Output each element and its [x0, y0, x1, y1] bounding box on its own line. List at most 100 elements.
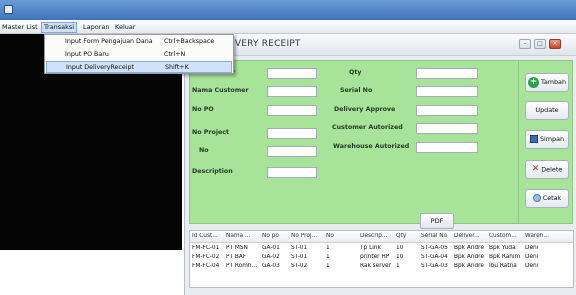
maximize-icon[interactable]: □: [534, 39, 546, 49]
column-header[interactable]: Nama ...: [226, 233, 250, 239]
column-header[interactable]: No Proj...: [291, 233, 317, 239]
tambah-button[interactable]: + Tambah: [525, 73, 569, 92]
cell-description: Rak server: [360, 263, 392, 269]
form-panel: Id Customer Nama Customer No PO No Proje…: [189, 60, 519, 229]
id-customer-field[interactable]: [267, 68, 317, 79]
column-header[interactable]: Wareh...: [525, 233, 549, 239]
label-warehouse-autorized: Warehouse Autorized: [333, 143, 410, 150]
menu-item-label: Input PO Baru: [65, 51, 109, 58]
cell-customer: Ibu Ratna: [489, 263, 517, 269]
no-field[interactable]: [267, 146, 317, 157]
menu-transaksi[interactable]: Transaksi: [41, 22, 78, 33]
menu-item-shortcut: Shift+K: [165, 64, 189, 71]
delivery-receipt-window: ORM DELIVERY RECEIPT – □ × Id Customer N…: [184, 34, 576, 295]
cetak-label: Cetak: [542, 194, 562, 202]
table-row[interactable]: FM-FC-01 PT MSN GA-01 ST-01 1 Tp Link 10…: [190, 245, 573, 254]
update-button[interactable]: Update: [525, 101, 569, 120]
app-titlebar: [0, 0, 576, 20]
label-no-project: No Project: [192, 129, 230, 136]
cell-no: 1: [326, 263, 330, 269]
menu-master-list[interactable]: Master List: [0, 22, 40, 33]
cell-no-project: ST-01: [291, 254, 308, 260]
customer-autorized-field[interactable]: [416, 123, 478, 134]
column-header[interactable]: No: [326, 233, 334, 239]
delete-button[interactable]: ✕ Delete: [525, 160, 569, 179]
label-customer-autorized: Customer Autorized: [332, 124, 403, 131]
cell-description: Tp Link: [360, 245, 381, 251]
no-po-field[interactable]: [267, 105, 317, 116]
cell-nama-customer: PT Romh...: [226, 263, 258, 269]
transaksi-dropdown-menu: Input Form Pengajuan Dana Ctrl+Backspace…: [44, 34, 234, 74]
cell-nama-customer: PT MSN: [226, 245, 248, 251]
cell-no-project: ST-02: [291, 263, 308, 269]
close-icon[interactable]: ×: [549, 39, 561, 49]
cell-description: printer HP: [360, 254, 390, 260]
warehouse-autorized-field[interactable]: [416, 142, 478, 153]
cell-nama-customer: PT BAF: [226, 254, 247, 260]
menu-item-input-po-baru[interactable]: Input PO Baru Ctrl+N: [46, 49, 232, 61]
label-serial-no: Serial No: [340, 87, 373, 94]
label-no-po: No PO: [192, 106, 214, 113]
window-titlebar[interactable]: ORM DELIVERY RECEIPT – □ ×: [185, 34, 576, 56]
cell-delivery: Bpk Andre: [454, 245, 484, 251]
plus-icon: +: [527, 76, 539, 88]
menu-bar: Master List Transaksi Laporan Keluar: [0, 20, 576, 34]
label-no: No: [199, 147, 209, 154]
delete-x-icon: ✕: [531, 164, 540, 174]
column-header[interactable]: Id Cust...: [192, 233, 218, 239]
no-project-field[interactable]: [267, 128, 317, 139]
minimize-icon[interactable]: –: [519, 39, 531, 49]
print-icon: [532, 194, 541, 202]
cell-no-project: ST-01: [291, 245, 308, 251]
cell-warehouse: Deni: [525, 245, 539, 251]
update-label: Update: [535, 106, 559, 114]
cell-no-po: GA-03: [262, 263, 280, 269]
column-header[interactable]: Descrip...: [360, 233, 387, 239]
save-icon: [529, 135, 538, 143]
label-description: Description: [192, 168, 233, 175]
column-header[interactable]: Qty: [396, 233, 406, 239]
menu-keluar[interactable]: Keluar: [113, 22, 138, 33]
column-header[interactable]: Serial No: [421, 233, 447, 239]
menu-item-shortcut: Ctrl+N: [164, 51, 186, 58]
cell-customer: Bpk Rahim: [489, 254, 521, 260]
cell-qty: 1: [396, 263, 400, 269]
nama-customer-field[interactable]: [267, 86, 317, 97]
table-row[interactable]: FM-FC-02 PT BAF GA-02 ST-01 1 printer HP…: [190, 254, 573, 263]
menu-item-input-delivery-receipt[interactable]: Input DeliveryReceipt Shift+K: [46, 61, 232, 73]
simpan-label: Simpan: [539, 135, 565, 143]
column-header[interactable]: Deliver...: [454, 233, 480, 239]
cell-qty: 10: [396, 245, 404, 251]
table-row[interactable]: FM-FC-04 PT Romh... GA-03 ST-02 1 Rak se…: [190, 263, 573, 272]
cetak-button[interactable]: Cetak: [525, 189, 569, 208]
cell-no-po: GA-01: [262, 245, 280, 251]
cell-serial-no: ST-GA-04: [421, 254, 448, 260]
tambah-label: Tambah: [540, 78, 566, 86]
menu-item-label: Input Form Pengajuan Dana: [65, 38, 153, 45]
cell-warehouse: Deni: [525, 254, 539, 260]
cell-no: 1: [326, 254, 330, 260]
table-header: Id Cust... Nama ... No po No Proj... No …: [190, 231, 573, 243]
cell-delivery: Bpk Andre: [454, 263, 484, 269]
delivery-approve-field[interactable]: [416, 105, 478, 116]
cell-no: 1: [326, 245, 330, 251]
column-header[interactable]: Custom...: [489, 233, 517, 239]
column-header[interactable]: No po: [262, 233, 279, 239]
delete-label: Delete: [541, 165, 563, 174]
menu-laporan[interactable]: Laporan: [81, 22, 111, 33]
description-field[interactable]: [267, 167, 317, 178]
cell-delivery: Bpk Andre: [454, 254, 484, 260]
simpan-button[interactable]: Simpan: [525, 130, 569, 149]
serial-no-field[interactable]: [416, 86, 478, 97]
menu-item-shortcut: Ctrl+Backspace: [164, 38, 215, 45]
delivery-receipt-table[interactable]: Id Cust... Nama ... No po No Proj... No …: [189, 230, 574, 288]
cell-serial-no: ST-GA-05: [421, 245, 448, 251]
cell-no-po: GA-02: [262, 254, 280, 260]
qty-field[interactable]: [416, 68, 478, 79]
label-delivery-approve: Delivery Approve: [334, 106, 396, 113]
action-button-panel: + Tambah Update Simpan ✕ Delete Cetak: [519, 60, 573, 224]
menu-item-input-form-pengajuan-dana[interactable]: Input Form Pengajuan Dana Ctrl+Backspace: [46, 36, 232, 48]
cell-id-customer: FM-FC-01: [192, 245, 220, 251]
cell-warehouse: Deni: [525, 263, 539, 269]
pdf-button[interactable]: PDF: [420, 213, 454, 229]
